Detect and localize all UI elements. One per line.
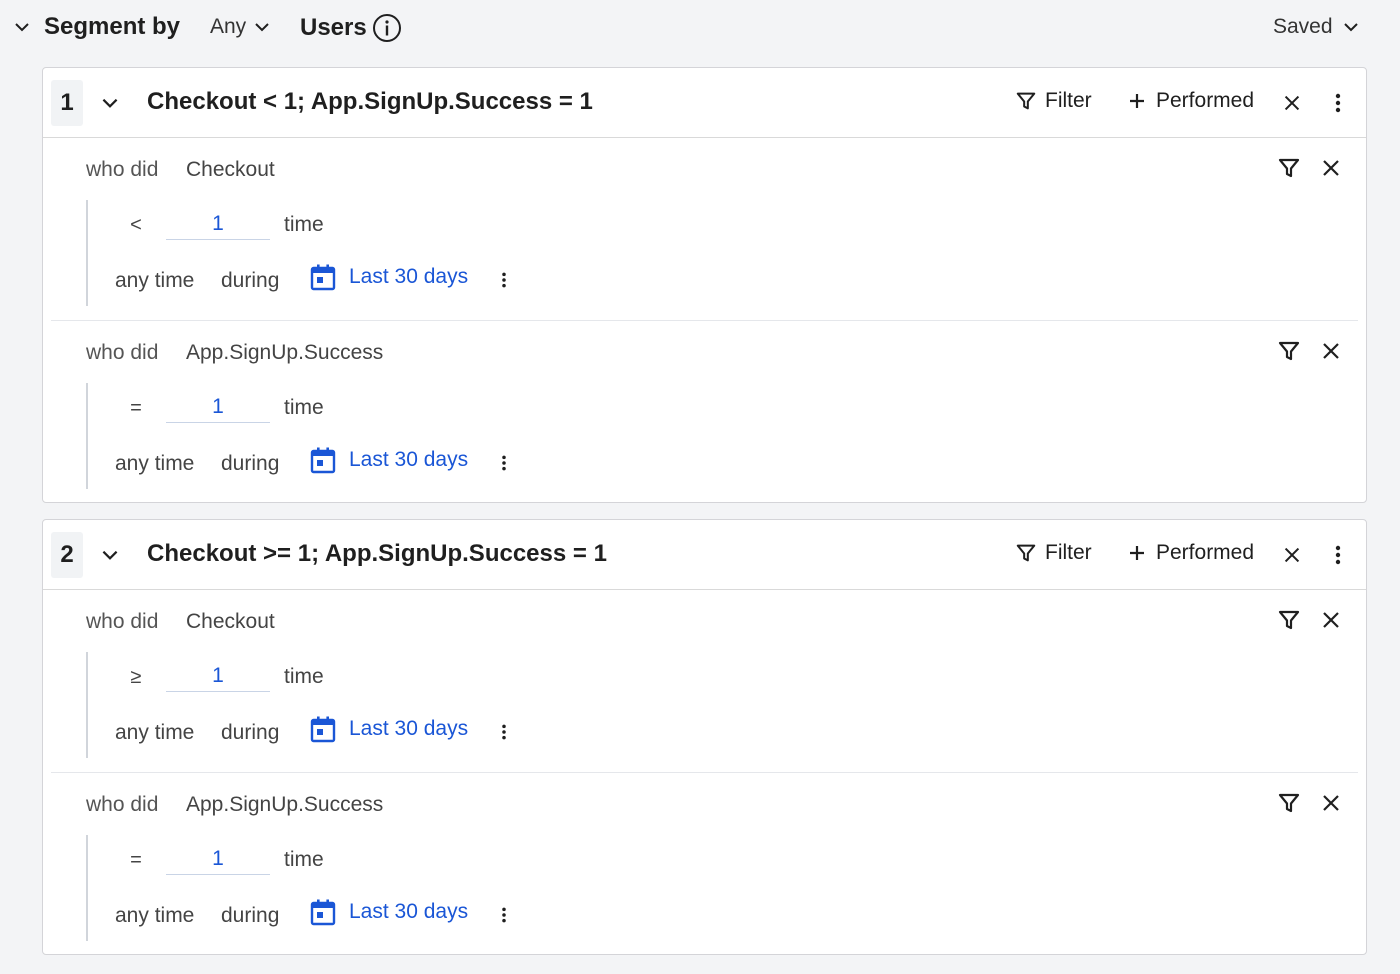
- more-options-icon[interactable]: [496, 903, 512, 927]
- filter-icon[interactable]: [1277, 791, 1301, 815]
- during-label: during: [221, 269, 280, 292]
- close-icon[interactable]: [1281, 544, 1303, 566]
- count-input[interactable]: 1: [166, 664, 270, 692]
- segment-index-badge: 1: [51, 80, 83, 126]
- condition-divider: [86, 200, 88, 306]
- time-mode-selector[interactable]: any time: [115, 452, 194, 476]
- time-mode-selector[interactable]: any time: [115, 904, 194, 928]
- during-label: during: [221, 452, 280, 475]
- event-condition: who did Checkout ≥ 1 time any time durin…: [51, 590, 1358, 772]
- chevron-down-icon[interactable]: [99, 544, 121, 566]
- date-range-button[interactable]: Last 30 days: [309, 715, 468, 743]
- date-range-button[interactable]: Last 30 days: [309, 898, 468, 926]
- more-options-icon[interactable]: [496, 451, 512, 475]
- event-condition: who did Checkout < 1 time any time durin…: [51, 138, 1358, 320]
- event-condition: who did App.SignUp.Success = 1 time any …: [51, 772, 1358, 954]
- event-name-selector[interactable]: App.SignUp.Success: [186, 793, 383, 817]
- collapse-chevron-icon[interactable]: [12, 17, 32, 37]
- date-range-label: Last 30 days: [349, 448, 469, 471]
- operator-selector[interactable]: =: [126, 397, 146, 420]
- more-options-icon[interactable]: [496, 720, 512, 744]
- during-label: during: [221, 721, 280, 744]
- condition-divider: [86, 383, 88, 489]
- time-mode-selector[interactable]: any time: [115, 721, 194, 745]
- calendar-icon: [310, 447, 336, 474]
- during-label: during: [221, 904, 280, 927]
- event-condition: who did App.SignUp.Success = 1 time any …: [51, 320, 1358, 502]
- calendar-icon: [310, 899, 336, 926]
- filter-icon[interactable]: [1277, 608, 1301, 632]
- close-icon[interactable]: [1319, 156, 1343, 180]
- more-options-icon[interactable]: [1328, 543, 1348, 567]
- saved-dropdown-label: Saved: [1273, 15, 1333, 38]
- condition-divider: [86, 652, 88, 758]
- segment-toolbar: Segment by Any Users Saved: [0, 0, 1400, 56]
- segment-card: 1 Checkout < 1; App.SignUp.Success = 1 F…: [42, 67, 1367, 503]
- close-icon[interactable]: [1281, 92, 1303, 114]
- add-performed-button[interactable]: Performed: [1128, 89, 1254, 113]
- users-label: Users: [300, 14, 367, 41]
- plus-icon: [1130, 546, 1144, 560]
- close-icon[interactable]: [1319, 339, 1343, 363]
- date-range-label: Last 30 days: [349, 900, 469, 923]
- event-name-selector[interactable]: Checkout: [186, 610, 275, 634]
- time-mode-selector[interactable]: any time: [115, 269, 194, 293]
- date-range-button[interactable]: Last 30 days: [309, 446, 468, 474]
- who-did-label: who did: [86, 793, 159, 816]
- event-name-selector[interactable]: App.SignUp.Success: [186, 341, 383, 365]
- filter-icon: [1016, 92, 1036, 110]
- close-icon[interactable]: [1319, 608, 1343, 632]
- segment-header: 1 Checkout < 1; App.SignUp.Success = 1 F…: [43, 68, 1366, 138]
- performed-button-label: Performed: [1156, 541, 1255, 564]
- condition-divider: [86, 835, 88, 941]
- add-performed-button[interactable]: Performed: [1128, 541, 1254, 565]
- any-dropdown[interactable]: Any: [210, 15, 272, 39]
- more-options-icon[interactable]: [496, 268, 512, 292]
- segment-by-title: Segment by: [44, 13, 181, 40]
- segment-name[interactable]: Checkout >= 1; App.SignUp.Success = 1: [147, 540, 607, 568]
- more-options-icon[interactable]: [1328, 91, 1348, 115]
- calendar-icon: [310, 264, 336, 291]
- operator-selector[interactable]: =: [126, 849, 146, 872]
- performed-button-label: Performed: [1156, 89, 1255, 112]
- any-dropdown-label: Any: [210, 15, 247, 38]
- chevron-down-icon: [1343, 23, 1358, 32]
- filter-button-label: Filter: [1045, 541, 1092, 564]
- who-did-label: who did: [86, 610, 159, 633]
- operator-selector[interactable]: <: [126, 214, 146, 237]
- date-range-button[interactable]: Last 30 days: [309, 263, 468, 291]
- filter-button-label: Filter: [1045, 89, 1092, 112]
- count-input[interactable]: 1: [166, 847, 270, 875]
- segment-index-badge: 2: [51, 532, 83, 578]
- plus-icon: [1130, 94, 1144, 108]
- date-range-label: Last 30 days: [349, 265, 469, 288]
- who-did-label: who did: [86, 158, 159, 181]
- calendar-icon: [310, 716, 336, 743]
- operator-selector[interactable]: ≥: [126, 666, 146, 689]
- count-input[interactable]: 1: [166, 212, 270, 240]
- unit-label: time: [284, 213, 324, 236]
- count-input[interactable]: 1: [166, 395, 270, 423]
- chevron-down-icon: [255, 23, 269, 32]
- filter-button[interactable]: Filter: [1015, 89, 1092, 113]
- segment-name[interactable]: Checkout < 1; App.SignUp.Success = 1: [147, 88, 593, 116]
- who-did-label: who did: [86, 341, 159, 364]
- unit-label: time: [284, 396, 324, 419]
- info-icon[interactable]: [372, 13, 402, 43]
- unit-label: time: [284, 848, 324, 871]
- close-icon[interactable]: [1319, 791, 1343, 815]
- filter-button[interactable]: Filter: [1015, 541, 1092, 565]
- event-name-selector[interactable]: Checkout: [186, 158, 275, 182]
- filter-icon[interactable]: [1277, 156, 1301, 180]
- date-range-label: Last 30 days: [349, 717, 469, 740]
- filter-icon[interactable]: [1277, 339, 1301, 363]
- segment-header: 2 Checkout >= 1; App.SignUp.Success = 1 …: [43, 520, 1366, 590]
- filter-icon: [1016, 544, 1036, 562]
- unit-label: time: [284, 665, 324, 688]
- segment-card: 2 Checkout >= 1; App.SignUp.Success = 1 …: [42, 519, 1367, 955]
- chevron-down-icon[interactable]: [99, 92, 121, 114]
- saved-dropdown[interactable]: Saved: [1273, 15, 1361, 39]
